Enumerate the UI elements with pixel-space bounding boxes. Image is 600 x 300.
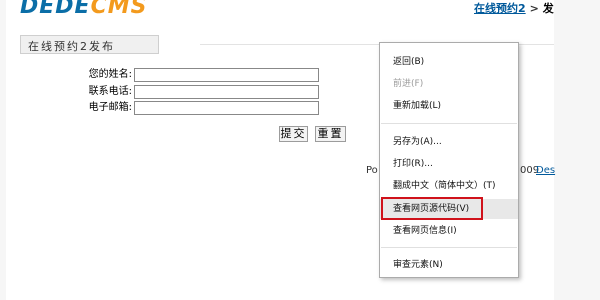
menu-item-inspect[interactable]: 审查元素(N) xyxy=(380,255,518,275)
menu-separator xyxy=(381,123,517,124)
email-input[interactable] xyxy=(134,101,319,115)
window-gutter xyxy=(554,0,600,300)
breadcrumb: 在线预约2 > 发 xyxy=(474,0,554,16)
submit-button[interactable]: 提交 xyxy=(279,126,308,142)
name-label: 您的姓名: xyxy=(88,69,132,80)
footer-link[interactable]: Des xyxy=(536,165,555,176)
name-input[interactable] xyxy=(134,68,319,82)
logo-part-dede: DEDE xyxy=(20,0,91,19)
context-menu: 返回(B) 前进(F) 重新加载(L) 另存为(A)... 打印(R)... 翻… xyxy=(379,42,519,278)
menu-item-print[interactable]: 打印(R)... xyxy=(380,154,518,174)
menu-item-back[interactable]: 返回(B) xyxy=(380,52,518,72)
menu-item-save-as[interactable]: 另存为(A)... xyxy=(380,132,518,152)
breadcrumb-tail: 发 xyxy=(542,2,554,15)
logo-part-cms: CMS xyxy=(90,0,148,19)
menu-item-reload[interactable]: 重新加载(L) xyxy=(380,96,518,116)
site-logo[interactable]: DEDECMS xyxy=(20,0,147,19)
menu-separator xyxy=(381,247,517,248)
menu-item-page-info[interactable]: 查看网页信息(I) xyxy=(380,221,518,241)
form-title-tab: 在线预约2发布 xyxy=(20,35,159,54)
footer-powered-text: Po xyxy=(366,165,378,176)
menu-item-translate[interactable]: 翻成中文（简体中文）(T) xyxy=(380,176,518,196)
menu-item-forward[interactable]: 前进(F) xyxy=(380,74,518,94)
phone-input[interactable] xyxy=(134,85,319,99)
phone-label: 联系电话: xyxy=(88,86,132,97)
breadcrumb-link[interactable]: 在线预约2 xyxy=(474,2,526,15)
reset-button[interactable]: 重置 xyxy=(315,126,346,142)
highlight-annotation-box xyxy=(381,197,483,220)
breadcrumb-separator: > xyxy=(529,2,539,15)
email-label: 电子邮箱: xyxy=(88,102,132,113)
footer-link-text[interactable]: Des xyxy=(536,165,555,176)
